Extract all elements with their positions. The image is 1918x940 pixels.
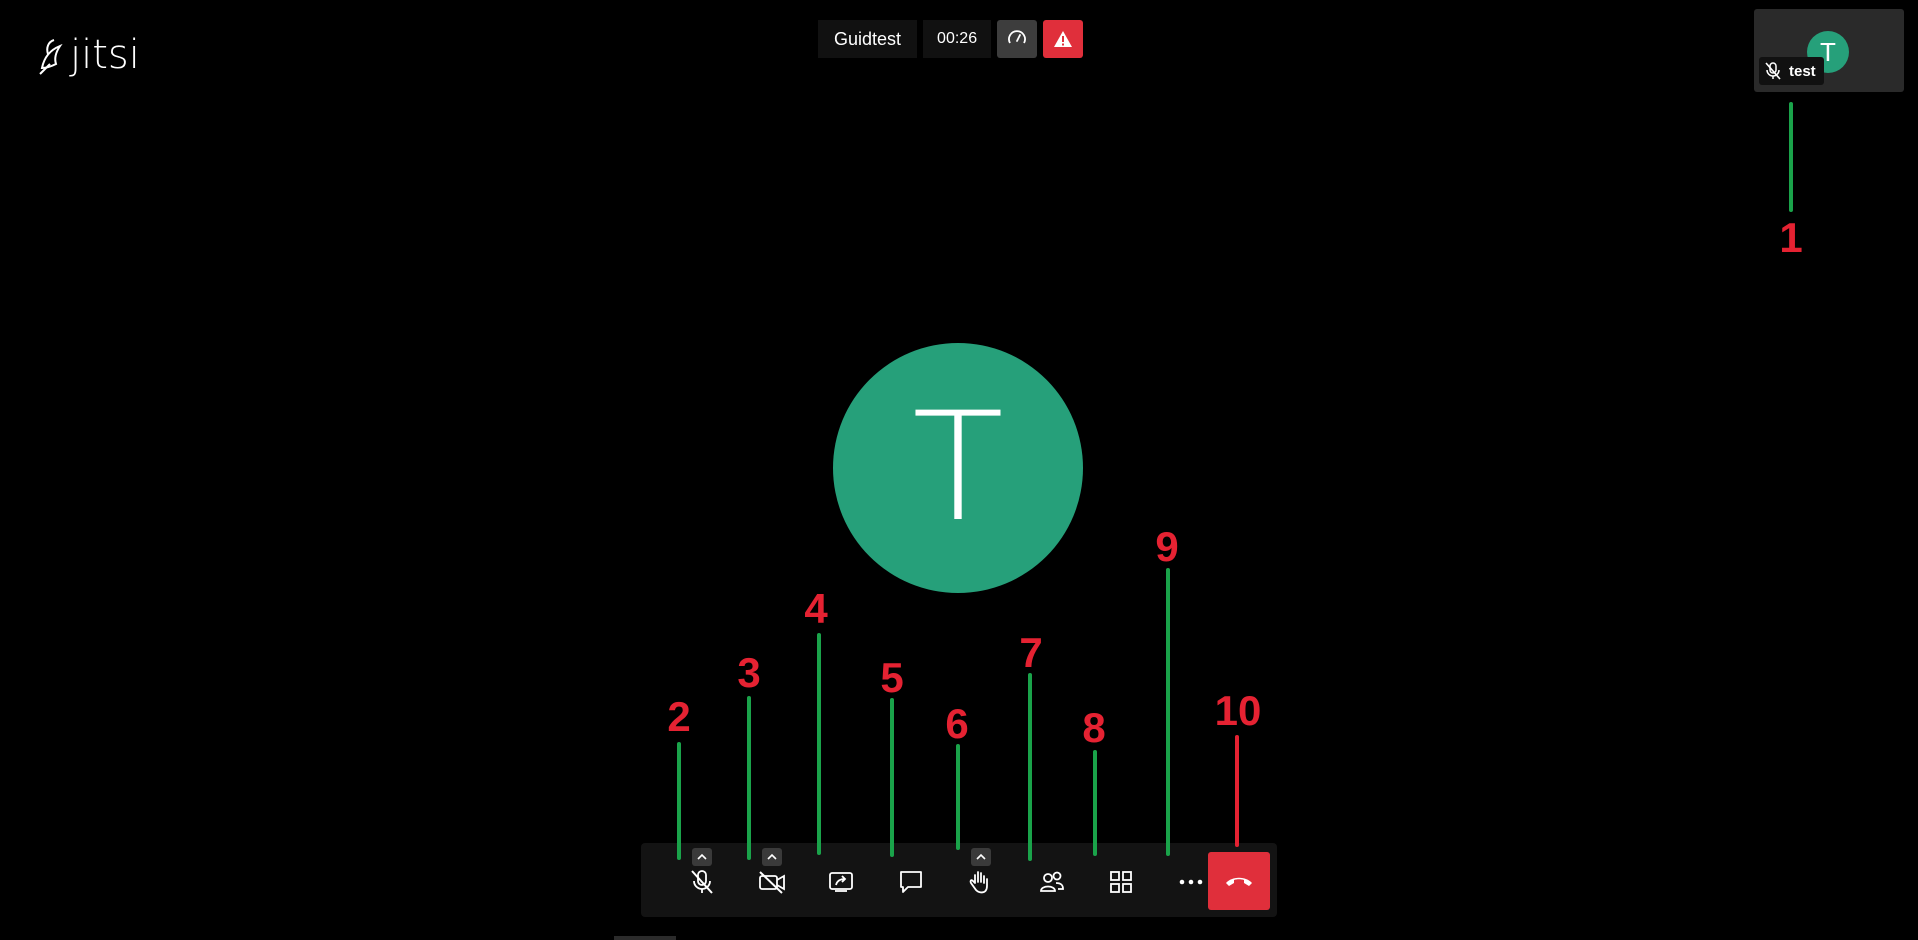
conference-toolbar [641, 843, 1277, 917]
annotation-label-5: 5 [880, 654, 904, 701]
annotation-label-1: 1 [1779, 214, 1803, 261]
annotation-line-4 [817, 633, 821, 855]
annotation-line-10 [1235, 735, 1239, 847]
annotation-line-5 [890, 698, 894, 857]
annotation-label-8: 8 [1082, 704, 1106, 751]
grid-icon [1110, 871, 1132, 893]
performance-settings-button[interactable] [997, 20, 1038, 58]
warning-icon [1054, 31, 1073, 47]
annotation-line-2 [677, 742, 681, 860]
mic-muted-icon [691, 870, 713, 894]
logo-text: jitsi [70, 32, 140, 78]
connection-warning-button[interactable] [1043, 20, 1084, 58]
annotation-label-10: 10 [1214, 687, 1262, 734]
microphone-options-caret[interactable] [692, 848, 712, 866]
tile-view-button[interactable] [1097, 858, 1145, 906]
participant-thumbnail[interactable]: T test [1754, 9, 1904, 92]
chevron-up-icon [697, 853, 707, 860]
camera-options-caret[interactable] [762, 848, 782, 866]
annotation-line-3 [747, 696, 751, 860]
jitsi-bird-icon [39, 39, 63, 75]
camera-off-icon [759, 871, 785, 894]
annotation-label-6: 6 [945, 700, 969, 747]
reactions-options-caret[interactable] [971, 848, 991, 866]
hand-icon [969, 871, 988, 894]
conference-header: Guidtest 00:26 [818, 20, 1084, 58]
annotation-line-8 [1093, 750, 1097, 856]
annotation-label-2: 2 [667, 693, 691, 740]
chat-button[interactable] [887, 858, 935, 906]
annotation-label-7: 7 [1019, 629, 1043, 676]
annotation-line-7 [1028, 673, 1032, 861]
annotation-label-4: 4 [804, 585, 828, 632]
jitsi-logo[interactable]: jitsi [36, 32, 140, 78]
dominant-speaker-avatar: T [833, 343, 1083, 593]
conference-timer: 00:26 [923, 20, 992, 58]
chat-icon [900, 871, 922, 893]
room-name: Guidtest [818, 20, 918, 58]
avatar-letter: T [912, 381, 1004, 555]
screen-share-button[interactable] [817, 858, 865, 906]
annotation-line-9 [1166, 568, 1170, 856]
annotation-label-3: 3 [737, 649, 761, 696]
bottom-scroll-indicator [614, 936, 676, 940]
annotation-label-9: 9 [1155, 523, 1179, 570]
participant-name: test [1789, 62, 1816, 80]
participants-icon [1040, 871, 1064, 892]
screen-share-icon [829, 872, 853, 892]
chevron-up-icon [767, 853, 777, 860]
thumbnail-name-tag: test [1759, 57, 1824, 85]
more-icon [1179, 879, 1203, 885]
participants-button[interactable] [1028, 858, 1076, 906]
annotation-line-1 [1789, 102, 1793, 212]
annotation-line-6 [956, 744, 960, 850]
hangup-button[interactable] [1208, 852, 1270, 910]
phone-hangup-icon [1226, 877, 1252, 886]
chevron-up-icon [976, 853, 986, 860]
mic-muted-icon [1765, 62, 1781, 80]
gauge-icon [1008, 30, 1026, 44]
